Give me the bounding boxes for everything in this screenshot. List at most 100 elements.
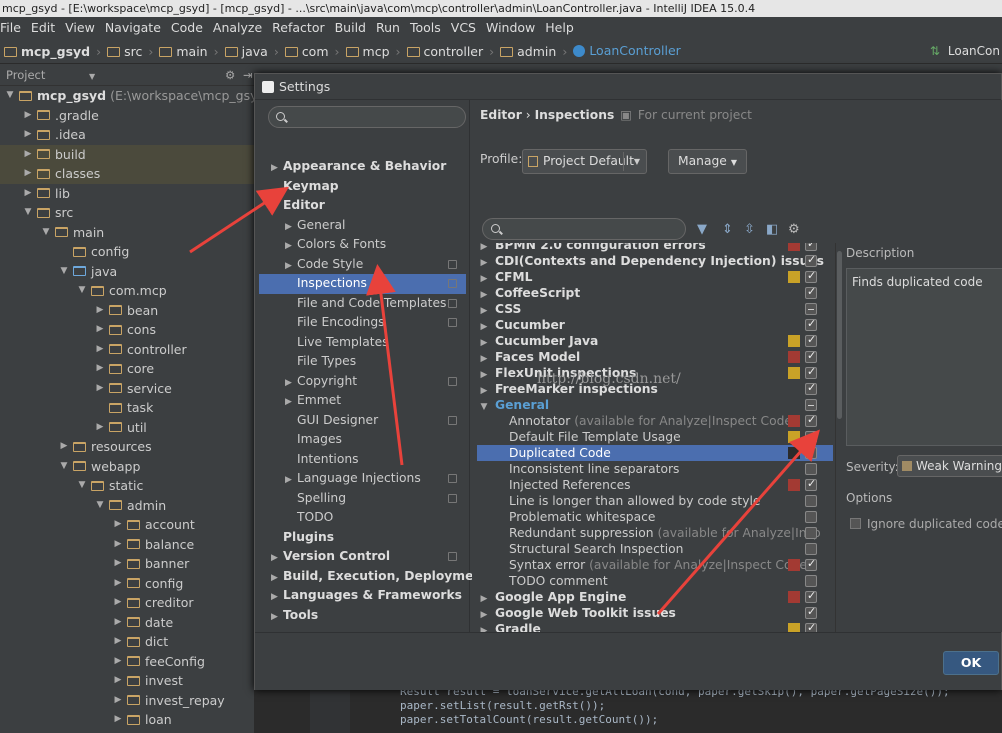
- expand-right-icon[interactable]: ▶: [112, 671, 124, 690]
- menu-item[interactable]: Code: [171, 17, 203, 38]
- expand-down-icon[interactable]: ▼: [76, 281, 88, 300]
- inspection-row[interactable]: Line is longer than allowed by code styl…: [477, 493, 833, 509]
- menu-item[interactable]: Refactor: [272, 17, 324, 38]
- expand-right-icon[interactable]: ▶: [94, 320, 106, 339]
- inspection-checkbox[interactable]: [805, 476, 817, 492]
- expand-right-icon[interactable]: ▶: [58, 437, 70, 456]
- inspection-checkbox[interactable]: [805, 604, 817, 620]
- expand-right-icon[interactable]: ▶: [112, 691, 124, 710]
- inspection-checkbox[interactable]: [805, 364, 817, 380]
- tree-item[interactable]: ▶ invest_repay: [112, 691, 225, 711]
- expand-down-icon[interactable]: ▼: [94, 496, 106, 515]
- inspection-checkbox[interactable]: [805, 303, 817, 315]
- run-config-icon[interactable]: ⇅: [930, 44, 940, 58]
- scroll-thumb[interactable]: [837, 251, 842, 419]
- inspection-checkbox[interactable]: [805, 463, 817, 475]
- tree-item[interactable]: ▶ .gradle: [22, 106, 99, 126]
- expand-all-icon[interactable]: ⇕: [722, 222, 733, 237]
- settings-nav-spelling[interactable]: Spelling: [259, 489, 466, 509]
- menu-item[interactable]: Navigate: [105, 17, 161, 38]
- settings-nav-plugins[interactable]: Plugins: [259, 528, 466, 548]
- inspection-checkbox[interactable]: [805, 348, 817, 364]
- settings-nav-todo[interactable]: TODO: [259, 508, 466, 528]
- ignore-duplicated-option[interactable]: Ignore duplicated code in: [850, 517, 1002, 531]
- tree-item[interactable]: ▶ controller: [94, 340, 187, 360]
- inspection-row[interactable]: Inconsistent line separators: [477, 461, 833, 477]
- expand-down-icon[interactable]: ▼: [22, 203, 34, 222]
- expand-right-icon[interactable]: ▶: [94, 418, 106, 437]
- settings-nav-keymap[interactable]: Keymap: [259, 177, 466, 197]
- collapse-all-icon[interactable]: ⇳: [744, 222, 755, 237]
- inspection-row[interactable]: TODO comment: [477, 573, 833, 589]
- settings-gear-icon[interactable]: ⚙: [225, 64, 235, 86]
- expand-right-icon[interactable]: ▶: [94, 340, 106, 359]
- inspection-checkbox[interactable]: [805, 511, 817, 523]
- settings-nav-file_types[interactable]: File Types: [259, 352, 466, 372]
- inspection-checkbox[interactable]: [805, 495, 817, 507]
- inspection-row[interactable]: Injected References: [477, 476, 833, 493]
- inspection-row[interactable]: ▶ Cucumber: [477, 316, 833, 333]
- inspection-search-input[interactable]: [482, 218, 686, 240]
- expand-right-icon[interactable]: ▶: [22, 106, 34, 125]
- ok-button[interactable]: OK: [943, 651, 999, 675]
- inspection-checkbox[interactable]: [805, 543, 817, 555]
- inspection-checkbox[interactable]: [805, 284, 817, 300]
- settings-nav-emmet[interactable]: ▶ Emmet: [259, 391, 466, 411]
- inspection-row[interactable]: ▶ Google Web Toolkit issues: [477, 604, 833, 621]
- inspection-row[interactable]: ▶ Faces Model: [477, 348, 833, 365]
- tree-item[interactable]: ▼ src: [22, 203, 74, 223]
- breadcrumb-item[interactable]: src ›: [107, 39, 153, 63]
- expand-down-icon[interactable]: ▼: [58, 262, 70, 281]
- expand-right-icon[interactable]: ▶: [112, 515, 124, 534]
- tree-item[interactable]: ▶ bean: [94, 301, 159, 321]
- inspection-checkbox[interactable]: [805, 575, 817, 587]
- tree-item[interactable]: ▶ classes: [22, 164, 101, 184]
- inspection-row[interactable]: ▼ General: [477, 397, 833, 413]
- expand-right-icon[interactable]: ▶: [112, 535, 124, 554]
- settings-nav-editor[interactable]: ▼ Editor: [259, 196, 466, 216]
- tree-item[interactable]: ▼ mcp_gsyd (E:\workspace\mcp_gsyd): [4, 86, 254, 106]
- profile-dropdown[interactable]: Project Default: [522, 149, 647, 174]
- settings-nav-images[interactable]: Images: [259, 430, 466, 450]
- inspection-checkbox[interactable]: [805, 268, 817, 284]
- expand-right-icon[interactable]: ▶: [112, 710, 124, 729]
- inspection-row[interactable]: ▶ CoffeeScript: [477, 284, 833, 301]
- settings-nav-build[interactable]: ▶ Build, Execution, Deployment: [259, 567, 488, 587]
- tree-item[interactable]: ▶ date: [112, 613, 174, 633]
- settings-nav-colors[interactable]: ▶ Colors & Fonts: [259, 235, 466, 255]
- breadcrumb-item[interactable]: admin ›: [500, 39, 567, 63]
- breadcrumb-item[interactable]: mcp ›: [345, 39, 401, 63]
- expand-right-icon[interactable]: ▶: [94, 379, 106, 398]
- expand-right-icon[interactable]: ▶: [112, 613, 124, 632]
- tree-item[interactable]: ▼ static: [76, 476, 144, 496]
- ignore-checkbox[interactable]: [850, 518, 861, 529]
- expand-down-icon[interactable]: ▼: [58, 457, 70, 476]
- tree-item[interactable]: ▶ banner: [112, 554, 190, 574]
- settings-nav-file_encodings[interactable]: File Encodings: [259, 313, 466, 333]
- breadcrumb-item[interactable]: java ›: [224, 39, 279, 63]
- inspection-checkbox[interactable]: [805, 527, 817, 539]
- tree-item[interactable]: ▼ main: [40, 223, 105, 243]
- settings-nav-appearance[interactable]: ▶ Appearance & Behavior: [259, 157, 466, 177]
- inspection-checkbox[interactable]: [805, 332, 817, 348]
- hide-panel-icon[interactable]: ⇥: [243, 64, 253, 86]
- settings-nav-version_control[interactable]: ▶ Version Control: [259, 547, 466, 567]
- tree-item[interactable]: ▶ balance: [112, 535, 195, 555]
- settings-nav-code_style[interactable]: ▶ Code Style: [259, 255, 466, 275]
- editor-tab-label[interactable]: LoanCon: [948, 44, 1000, 58]
- tree-item[interactable]: ▶ config: [112, 574, 184, 594]
- menu-item[interactable]: File: [0, 17, 21, 38]
- tree-item[interactable]: ▶ build: [22, 145, 86, 165]
- tree-item[interactable]: ▼ admin: [94, 496, 167, 516]
- inspection-checkbox[interactable]: [805, 428, 817, 444]
- inspection-checkbox[interactable]: [805, 316, 817, 332]
- settings-nav-file_templates[interactable]: File and Code Templates: [259, 294, 466, 314]
- tree-item[interactable]: ▼ webapp: [58, 457, 141, 477]
- menu-item[interactable]: Help: [545, 17, 574, 38]
- settings-gear-icon[interactable]: ⚙: [788, 222, 800, 237]
- breadcrumb-item[interactable]: main ›: [159, 39, 219, 63]
- inspection-row[interactable]: Structural Search Inspection: [477, 541, 833, 557]
- tree-item[interactable]: ▶ account: [112, 515, 195, 535]
- dropdown-arrow-icon[interactable]: ▼: [89, 72, 95, 81]
- expand-right-icon[interactable]: ▶: [94, 359, 106, 378]
